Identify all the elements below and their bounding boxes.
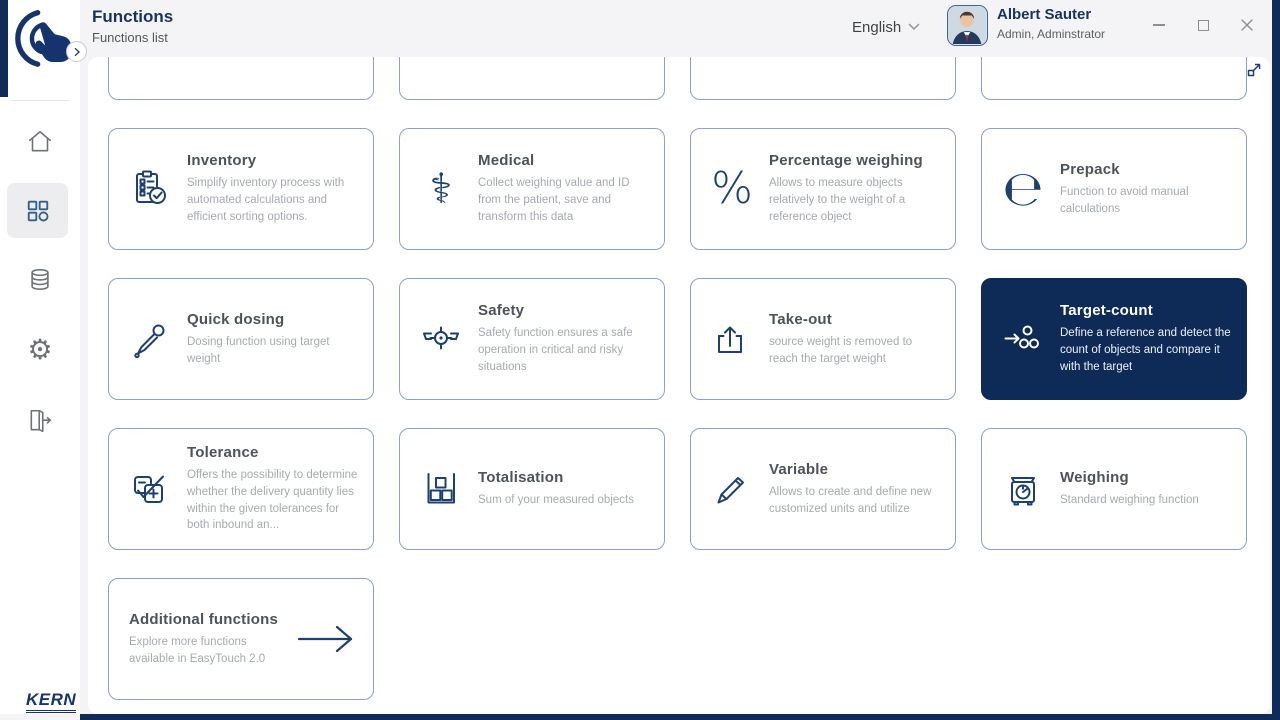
brand-corner-accent	[0, 0, 8, 97]
sidebar-item-home[interactable]	[22, 124, 58, 160]
card-title: Percentage weighing	[769, 152, 923, 170]
card-description: Standard weighing function	[1060, 494, 1199, 507]
language-dropdown[interactable]: English	[852, 16, 920, 38]
card-inventory[interactable]: Inventory Simplify inventory process wit…	[108, 128, 374, 250]
content-panel: Inventory Simplify inventory process wit…	[88, 57, 1270, 714]
home-icon	[28, 130, 52, 152]
card-additional-functions[interactable]: Additional functions Explore more functi…	[108, 578, 374, 700]
avatar[interactable]	[947, 5, 988, 46]
card-title: Additional functions	[129, 610, 278, 628]
safety-icon	[418, 319, 464, 359]
card-title: Variable	[769, 460, 829, 478]
card-description: Dosing function using target weight	[187, 335, 330, 365]
medical-icon: ⚕	[429, 164, 453, 213]
card-partial[interactable]	[690, 57, 956, 100]
card-quick-dosing[interactable]: Quick dosing Dosing function using targe…	[108, 278, 374, 400]
card-title: Medical	[478, 152, 535, 170]
app-window: { "header": { "title": "Functions", "sub…	[0, 0, 1280, 720]
expand-icon	[1247, 63, 1261, 77]
card-medical[interactable]: ⚕ Medical Collect weighing value and ID …	[399, 128, 665, 250]
card-safety[interactable]: Safety Safety function ensures a safe op…	[399, 278, 665, 400]
card-prepack[interactable]: ℮ Prepack Function to avoid manual calcu…	[981, 128, 1247, 250]
sidebar-divider	[11, 100, 69, 101]
user-name[interactable]: Albert Sauter	[997, 6, 1091, 23]
page-subtitle: Functions list	[92, 30, 168, 45]
card-totalisation[interactable]: Totalisation Sum of your measured object…	[399, 428, 665, 550]
card-title: Totalisation	[478, 469, 564, 487]
target-count-icon	[1000, 319, 1046, 359]
apps-grid-icon	[27, 200, 48, 221]
inventory-icon	[127, 169, 173, 209]
close-icon	[1241, 19, 1253, 31]
card-variable[interactable]: Variable Allows to create and define new…	[690, 428, 956, 550]
card-title: Quick dosing	[187, 310, 285, 328]
sidebar-item-database[interactable]	[22, 262, 58, 298]
database-icon	[31, 268, 49, 290]
take-out-icon	[709, 319, 755, 359]
card-title: Take-out	[769, 310, 832, 328]
quick-dosing-icon	[127, 319, 173, 359]
card-title: Inventory	[187, 152, 257, 170]
card-title: Prepack	[1060, 160, 1120, 178]
sidebar-item-settings[interactable]: ⚙	[22, 332, 58, 368]
card-description: Function to avoid manual calculations	[1060, 185, 1189, 215]
language-label: English	[852, 18, 902, 36]
chevron-down-icon	[908, 23, 920, 31]
kern-logo: KERN	[26, 690, 77, 713]
card-target-count[interactable]: Target-count Define a reference and dete…	[981, 278, 1247, 400]
sidebar: ⚙ KERN	[0, 0, 80, 714]
card-description: Simplify inventory process with automate…	[187, 177, 345, 223]
card-partial[interactable]	[108, 57, 374, 100]
card-description: Safety function ensures a safe operation…	[478, 327, 633, 373]
prepack-icon: ℮	[1002, 161, 1044, 217]
window-edge-right	[1272, 0, 1280, 720]
functions-grid: Inventory Simplify inventory process wit…	[108, 57, 1247, 700]
minimize-button[interactable]	[1148, 15, 1170, 35]
card-percentage-weighing[interactable]: % Percentage weighing Allows to measure …	[690, 128, 956, 250]
easytouch-logo-icon	[15, 10, 71, 67]
fullscreen-toggle-button[interactable]	[1245, 61, 1263, 79]
user-role: Admin, Adminstrator	[997, 27, 1106, 41]
card-description: Define a reference and detect the count …	[1060, 327, 1231, 373]
arrow-right-icon	[297, 579, 355, 699]
sidebar-item-logout[interactable]	[22, 403, 58, 439]
card-title: Weighing	[1060, 469, 1129, 487]
card-title: Target-count	[1060, 302, 1153, 320]
page-title: Functions	[92, 7, 174, 26]
variable-icon	[709, 469, 755, 509]
card-description: Allows to create and define new customiz…	[769, 485, 932, 515]
card-description: Explore more functions available in Easy…	[129, 635, 266, 665]
card-partial[interactable]	[399, 57, 665, 100]
card-weighing[interactable]: Weighing Standard weighing function	[981, 428, 1247, 550]
card-title: Safety	[478, 302, 525, 320]
card-partial[interactable]	[981, 57, 1247, 100]
totalisation-icon	[418, 469, 464, 509]
sidebar-expand-button[interactable]	[66, 41, 87, 62]
percentage-icon: %	[711, 163, 753, 214]
card-description: Allows to measure objects relatively to …	[769, 177, 906, 223]
card-tolerance[interactable]: Tolerance Offers the possibility to dete…	[108, 428, 374, 550]
card-title: Tolerance	[187, 444, 259, 462]
card-description: Offers the possibility to determine whet…	[187, 469, 358, 532]
minimize-icon	[1153, 24, 1165, 26]
card-description: Sum of your measured objects	[478, 494, 634, 507]
maximize-icon	[1197, 19, 1209, 31]
card-take-out[interactable]: Take-out source weight is removed to rea…	[690, 278, 956, 400]
tolerance-icon	[127, 469, 173, 509]
sidebar-item-functions-active[interactable]	[7, 183, 68, 238]
logout-icon	[30, 409, 52, 433]
card-description: Collect weighing value and ID from the p…	[478, 177, 630, 223]
weighing-icon	[1000, 469, 1046, 509]
maximize-button[interactable]	[1192, 15, 1214, 35]
window-edge-bottom	[80, 714, 1280, 720]
close-button[interactable]	[1236, 15, 1258, 35]
card-description: source weight is removed to reach the ta…	[769, 335, 913, 365]
gear-icon: ⚙	[27, 333, 53, 366]
chevron-right-icon	[74, 47, 80, 56]
